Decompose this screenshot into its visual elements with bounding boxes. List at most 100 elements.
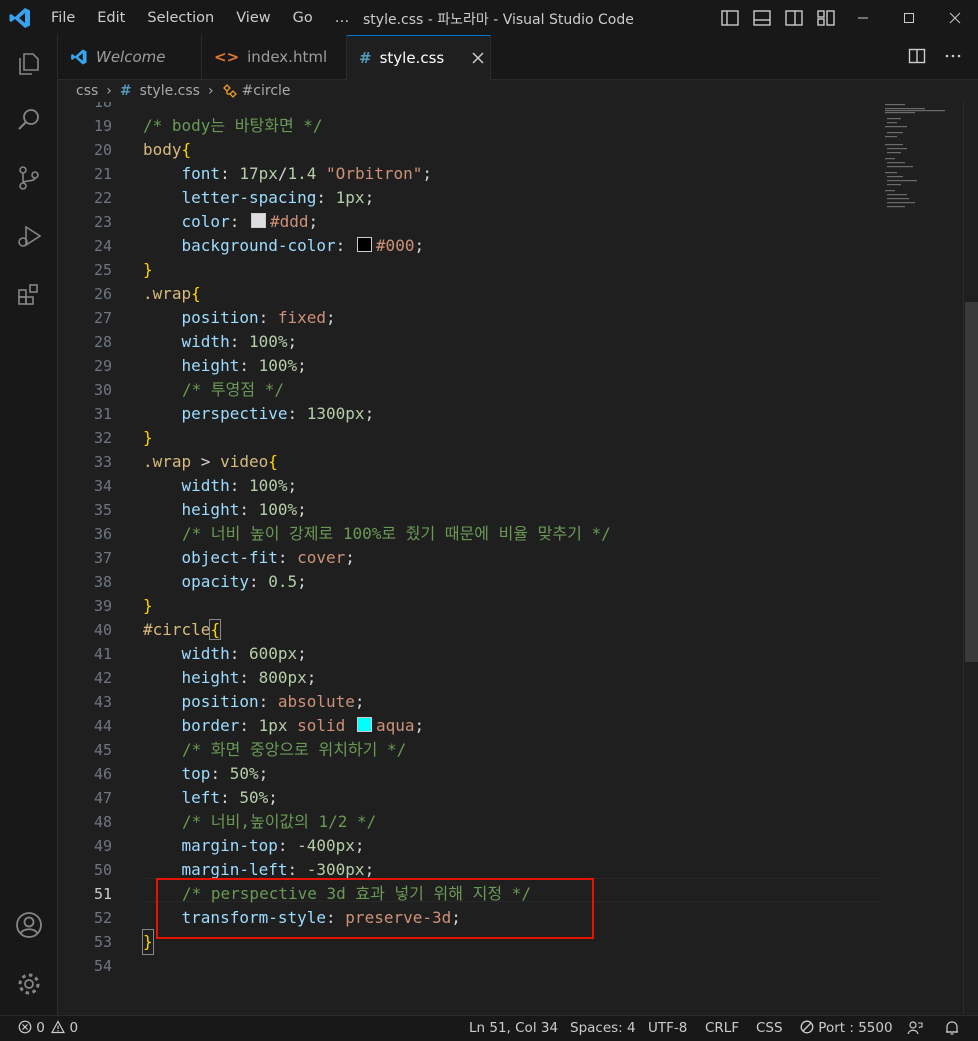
extensions-icon bbox=[18, 284, 38, 305]
code-line: 33 .wrap > video{ bbox=[58, 450, 878, 474]
search-icon bbox=[18, 109, 39, 130]
code-line: 32} bbox=[58, 426, 878, 450]
vscode-logo-icon[interactable] bbox=[8, 6, 32, 30]
breadcrumb-folder[interactable]: css bbox=[76, 83, 98, 99]
warning-count: 0 bbox=[69, 1020, 79, 1036]
accounts-button[interactable] bbox=[12, 908, 46, 942]
line-number: 52 bbox=[93, 909, 112, 927]
css-hash-icon: # bbox=[359, 49, 372, 67]
maximize-button[interactable] bbox=[886, 0, 932, 35]
close-window-button[interactable] bbox=[932, 0, 978, 35]
feedback-icon bbox=[907, 1021, 923, 1035]
cursor-position[interactable]: Ln 51, Col 34 bbox=[469, 1020, 558, 1036]
no-entry-icon bbox=[800, 1020, 814, 1034]
code-text: border: 1px solid aqua; bbox=[181, 716, 425, 735]
language-mode[interactable]: CSS bbox=[756, 1020, 783, 1036]
code-text: body{ bbox=[143, 140, 192, 159]
line-number: 25 bbox=[93, 261, 112, 279]
code-line: 38 opacity: 0.5; bbox=[58, 570, 878, 594]
code-text: background-color: #000; bbox=[181, 236, 425, 255]
breadcrumb-symbol[interactable]: #circle bbox=[242, 83, 291, 99]
feedback-button[interactable] bbox=[907, 1020, 923, 1040]
tab-style-css[interactable]: # style.css bbox=[347, 35, 491, 80]
tab-index-html[interactable]: <> index.html bbox=[202, 35, 347, 79]
maximize-icon bbox=[904, 12, 914, 23]
explorer-button[interactable] bbox=[12, 47, 46, 81]
color-swatch[interactable] bbox=[356, 717, 372, 732]
code-text: margin-top: -400px; bbox=[181, 836, 365, 855]
code-editor[interactable]: 18 19 /* body는 바탕화면 */ 20 body{ 21 font: 1… bbox=[58, 102, 963, 1014]
code-line: 20 body{ bbox=[58, 138, 878, 162]
customize-layout-icon[interactable] bbox=[816, 8, 836, 28]
menu-selection[interactable]: Selection bbox=[136, 10, 225, 26]
more-actions-icon[interactable] bbox=[944, 47, 962, 65]
menu-file[interactable]: File bbox=[40, 10, 86, 26]
tab-welcome[interactable]: Welcome bbox=[58, 35, 202, 79]
code-line: 54 bbox=[58, 954, 878, 978]
run-debug-button[interactable] bbox=[12, 219, 46, 253]
code-text: width: 100%; bbox=[181, 332, 298, 351]
account-icon bbox=[16, 912, 42, 938]
code-line: 34 width: 100%; bbox=[58, 474, 878, 498]
error-icon bbox=[18, 1020, 32, 1034]
toggle-secondary-sidebar-icon[interactable] bbox=[784, 8, 804, 28]
vertical-scrollbar[interactable] bbox=[963, 102, 978, 1014]
toggle-panel-icon[interactable] bbox=[752, 8, 772, 28]
notifications-button[interactable] bbox=[944, 1020, 960, 1040]
line-number: 30 bbox=[93, 381, 112, 399]
line-number: 47 bbox=[93, 789, 112, 807]
color-swatch[interactable] bbox=[356, 237, 372, 252]
chevron-right-icon: › bbox=[106, 83, 112, 99]
extensions-button[interactable] bbox=[12, 277, 46, 311]
code-text: height: 800px; bbox=[181, 668, 317, 687]
close-icon bbox=[949, 12, 961, 23]
line-number: 23 bbox=[93, 213, 112, 231]
problems-indicator[interactable]: 0 0 bbox=[18, 1020, 78, 1036]
breadcrumb-file[interactable]: style.css bbox=[140, 83, 200, 99]
line-number: 38 bbox=[93, 573, 112, 591]
line-number: 54 bbox=[93, 957, 112, 975]
search-button[interactable] bbox=[12, 103, 46, 137]
live-server-port[interactable]: Port : 5500 bbox=[800, 1020, 893, 1036]
encoding[interactable]: UTF-8 bbox=[648, 1020, 687, 1036]
css-hash-icon: # bbox=[119, 83, 132, 99]
split-editor-icon[interactable] bbox=[908, 47, 926, 65]
layout-controls bbox=[720, 8, 836, 28]
end-of-line[interactable]: CRLF bbox=[705, 1020, 739, 1036]
code-text: opacity: 0.5; bbox=[181, 572, 307, 591]
minimize-button[interactable] bbox=[840, 0, 886, 35]
line-number: 31 bbox=[93, 405, 112, 423]
code-text: object-fit: cover; bbox=[181, 548, 355, 567]
indentation[interactable]: Spaces: 4 bbox=[570, 1020, 636, 1036]
code-line: 29 height: 100%; bbox=[58, 354, 878, 378]
menu-view[interactable]: View bbox=[225, 10, 281, 26]
code-text: perspective: 1300px; bbox=[181, 404, 375, 423]
files-icon bbox=[19, 53, 39, 75]
window-controls bbox=[840, 0, 978, 35]
code-line: 21 font: 17px/1.4 "Orbitron"; bbox=[58, 162, 878, 186]
code-text: letter-spacing: 1px; bbox=[181, 188, 375, 207]
bell-icon bbox=[946, 1021, 958, 1035]
code-line: 22 letter-spacing: 1px; bbox=[58, 186, 878, 210]
scrollbar-thumb[interactable] bbox=[965, 302, 978, 662]
minimap[interactable] bbox=[883, 102, 963, 222]
code-line: 40 #circle{ bbox=[58, 618, 878, 642]
line-number: 32 bbox=[93, 429, 112, 447]
menu-more[interactable]: … bbox=[324, 10, 361, 26]
line-number: 26 bbox=[93, 285, 112, 303]
menu-edit[interactable]: Edit bbox=[86, 10, 136, 26]
toggle-primary-sidebar-icon[interactable] bbox=[720, 8, 740, 28]
error-count: 0 bbox=[36, 1020, 45, 1036]
line-number: 35 bbox=[93, 501, 112, 519]
code-line: 46 top: 50%; bbox=[58, 762, 878, 786]
color-swatch[interactable] bbox=[250, 213, 266, 228]
status-bar: 0 0 Ln 51, Col 34 Spaces: 4 UTF-8 CRLF C… bbox=[0, 1015, 978, 1041]
menu-go[interactable]: Go bbox=[282, 10, 324, 26]
manage-button[interactable] bbox=[12, 967, 46, 1001]
window-title: style.css - 파노라마 - Visual Studio Code bbox=[363, 12, 634, 28]
line-number: 42 bbox=[93, 669, 112, 687]
line-number: 50 bbox=[93, 861, 112, 879]
source-control-button[interactable] bbox=[12, 161, 46, 195]
close-tab-icon[interactable] bbox=[472, 52, 484, 64]
line-number: 24 bbox=[93, 237, 112, 255]
